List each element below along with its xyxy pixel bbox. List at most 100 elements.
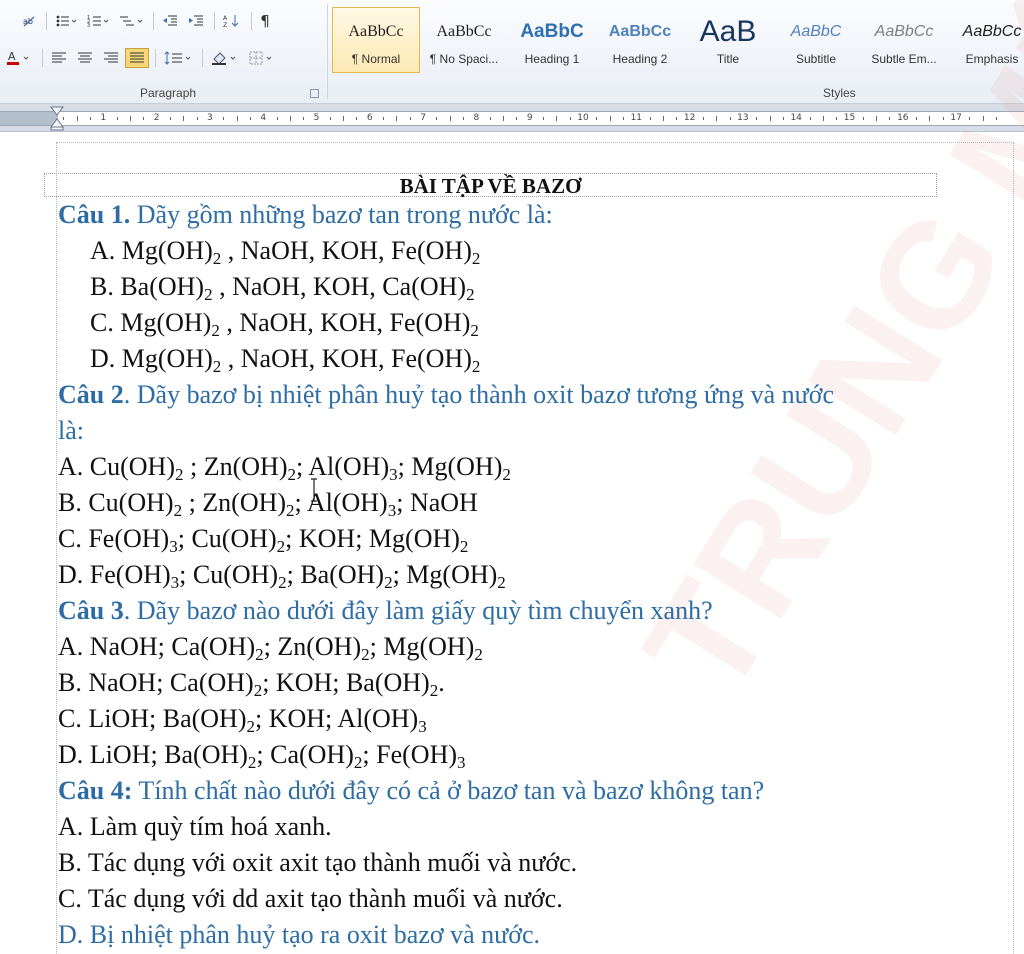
svg-text:Z: Z <box>223 22 227 28</box>
ruler-bar[interactable]: 1 2 3 4 5 6 7 8 9 10 11 12 13 14 15 16 17 <box>0 111 1024 126</box>
question-label: Câu 4: <box>58 776 133 805</box>
toolbar-separator <box>46 12 47 30</box>
indent-marker-icon[interactable] <box>50 105 64 131</box>
text-cursor-icon <box>311 478 317 502</box>
ruler-tick <box>543 117 545 120</box>
ruler-tick <box>169 117 171 120</box>
style-sample: AaBbC <box>790 23 842 40</box>
answer-option-a[interactable]: A. NaOH; Ca(OH)2; Zn(OH)2; Mg(OH)2 <box>58 632 483 663</box>
ruler-number: 3 <box>207 113 213 123</box>
ruler-tick <box>409 117 411 120</box>
styles-group-label: Styles <box>823 86 856 100</box>
style-sample: AaBbC <box>520 21 584 42</box>
style-name: Heading 1 <box>524 52 580 66</box>
align-left-icon[interactable] <box>47 48 71 68</box>
numbering-icon[interactable]: 123 <box>83 11 113 31</box>
ruler-tick <box>809 117 811 120</box>
question-4[interactable]: Câu 4: Tính chất nào dưới đây có cả ở ba… <box>58 776 764 806</box>
option-letter: C. <box>58 884 82 913</box>
ruler-tick <box>249 117 251 120</box>
question-2[interactable]: Câu 2. Dãy bazơ bị nhiệt phân huỷ tạo th… <box>58 380 834 410</box>
paragraph-dialog-launcher-icon[interactable] <box>310 89 319 98</box>
style-sample: AaB <box>699 15 757 48</box>
ruler-number: 12 <box>683 113 696 123</box>
ruler-tick <box>662 116 664 121</box>
question-1[interactable]: Câu 1. Dãy gồm những bazơ tan trong nước… <box>58 200 553 230</box>
option-letter: D. <box>58 560 84 589</box>
question-3[interactable]: Câu 3. Dãy bazơ nào dưới đây làm giấy qu… <box>58 596 713 626</box>
option-letter: C. <box>58 524 82 553</box>
ruler-tick <box>876 116 878 121</box>
style-no-spaci[interactable]: AaBbCc ¶ No Spaci... <box>420 7 508 73</box>
line-spacing-icon[interactable] <box>160 48 196 68</box>
ruler-tick <box>889 117 891 120</box>
answer-option-a[interactable]: A. Làm quỳ tím hoá xanh. <box>58 812 332 842</box>
sort-icon[interactable]: AZ <box>219 11 245 31</box>
style-name: Title <box>716 52 740 66</box>
decrease-indent-icon[interactable] <box>158 11 182 31</box>
answer-option-b[interactable]: B. Ba(OH)2 , NaOH, KOH, Ca(OH)2 <box>90 272 475 303</box>
align-center-icon[interactable] <box>73 48 97 68</box>
ruler-number: 7 <box>420 113 426 123</box>
increase-indent-icon[interactable] <box>184 11 208 31</box>
toolbar-separator <box>153 12 154 30</box>
answer-option-a[interactable]: A. Cu(OH)2 ; Zn(OH)2; Al(OH)3; Mg(OH)2 <box>58 452 511 483</box>
ribbon: ab 123 AZ ¶ A Paragraph AaBbCc ¶ Normal … <box>0 0 1024 104</box>
ruler-tick <box>702 117 704 120</box>
ruler-tick <box>782 117 784 120</box>
answer-option-c[interactable]: C. LiOH; Ba(OH)2; KOH; Al(OH)3 <box>58 704 427 735</box>
ruler-tick <box>449 116 451 121</box>
answer-option-d[interactable]: D. Fe(OH)3; Cu(OH)2; Ba(OH)2; Mg(OH)2 <box>58 560 506 591</box>
document-title[interactable]: BÀI TẬP VỀ BAZƠ <box>44 173 937 198</box>
justify-icon[interactable] <box>125 48 149 68</box>
style-name: Heading 2 <box>612 52 668 66</box>
answer-option-d[interactable]: D. Mg(OH)2 , NaOH, KOH, Fe(OH)2 <box>90 344 480 375</box>
answer-option-c[interactable]: C. Mg(OH)2 , NaOH, KOH, Fe(OH)2 <box>90 308 479 339</box>
styles-gallery: AaBbCc ¶ Normal AaBbCc ¶ No Spaci... AaBbC He… <box>332 7 1024 73</box>
style-heading-1[interactable]: AaBbC Heading 1 <box>508 7 596 73</box>
ruler-tick <box>756 117 758 120</box>
style-sample: AaBbCc <box>608 23 672 40</box>
toolbar-separator <box>214 12 215 30</box>
align-right-icon[interactable] <box>99 48 123 68</box>
shading-icon[interactable] <box>207 48 243 68</box>
answer-option-a[interactable]: A. Mg(OH)2 , NaOH, KOH, Fe(OH)2 <box>90 236 480 267</box>
style-heading-2[interactable]: AaBbCc Heading 2 <box>596 7 684 73</box>
style-name: Subtitle <box>795 52 837 66</box>
style-normal[interactable]: AaBbCc ¶ Normal <box>332 7 420 73</box>
answer-option-d[interactable]: D. LiOH; Ba(OH)2; Ca(OH)2; Fe(OH)3 <box>58 740 466 771</box>
borders-icon[interactable] <box>245 48 279 68</box>
answer-option-b[interactable]: B. NaOH; Ca(OH)2; KOH; Ba(OH)2. <box>58 668 445 699</box>
spelling-icon[interactable]: ab <box>18 11 40 31</box>
ruler-tick <box>276 117 278 120</box>
answer-option-d[interactable]: D. Bị nhiệt phân huỷ tạo ra oxit bazơ và… <box>58 920 540 950</box>
style-name: ¶ Normal <box>351 52 401 66</box>
ruler-number: 14 <box>790 113 802 123</box>
ruler-tick <box>343 116 345 121</box>
option-letter: B. <box>58 668 82 697</box>
horizontal-ruler[interactable]: 1 2 3 4 5 6 7 8 9 10 11 12 13 14 15 16 17 <box>0 104 1024 132</box>
bullets-icon[interactable] <box>51 11 81 31</box>
paragraph-toolbar-row-2: A <box>0 47 281 69</box>
svg-text:3: 3 <box>87 23 90 28</box>
ruler-tick <box>76 116 78 121</box>
multilevel-list-icon[interactable] <box>115 11 147 31</box>
font-color-icon[interactable]: A <box>2 48 36 68</box>
ruler-tick <box>289 116 291 121</box>
ruler-number: 6 <box>366 113 373 123</box>
styles-group: AaBbCc ¶ Normal AaBbCc ¶ No Spaci... AaBbC He… <box>330 0 1024 104</box>
show-formatting-icon[interactable]: ¶ <box>256 11 274 31</box>
question-2-continuation[interactable]: là: <box>58 416 84 446</box>
document-page[interactable]: TRUNG MẾN BÀI TẬP VỀ BAZƠ Câu 1. Dãy gồm… <box>0 0 1024 954</box>
answer-option-c[interactable]: C. Tác dụng với dd axit tạo thành muối v… <box>58 884 563 914</box>
answer-option-b[interactable]: B. Cu(OH)2 ; Zn(OH)2; Al(OH)3; NaOH <box>58 488 478 519</box>
style-subtle-em[interactable]: AaBbCc Subtle Em... <box>860 7 948 73</box>
option-letter: D. <box>58 740 84 769</box>
answer-option-b[interactable]: B. Tác dụng với oxit axit tạo thành muối… <box>58 848 577 878</box>
style-title[interactable]: AaB Title <box>684 7 772 73</box>
question-label: Câu 1. <box>58 200 131 229</box>
answer-option-c[interactable]: C. Fe(OH)3; Cu(OH)2; KOH; Mg(OH)2 <box>58 524 468 555</box>
style-subtitle[interactable]: AaBbC Subtitle <box>772 7 860 73</box>
ruler-number: 8 <box>473 113 480 123</box>
option-letter: A. <box>58 452 84 481</box>
